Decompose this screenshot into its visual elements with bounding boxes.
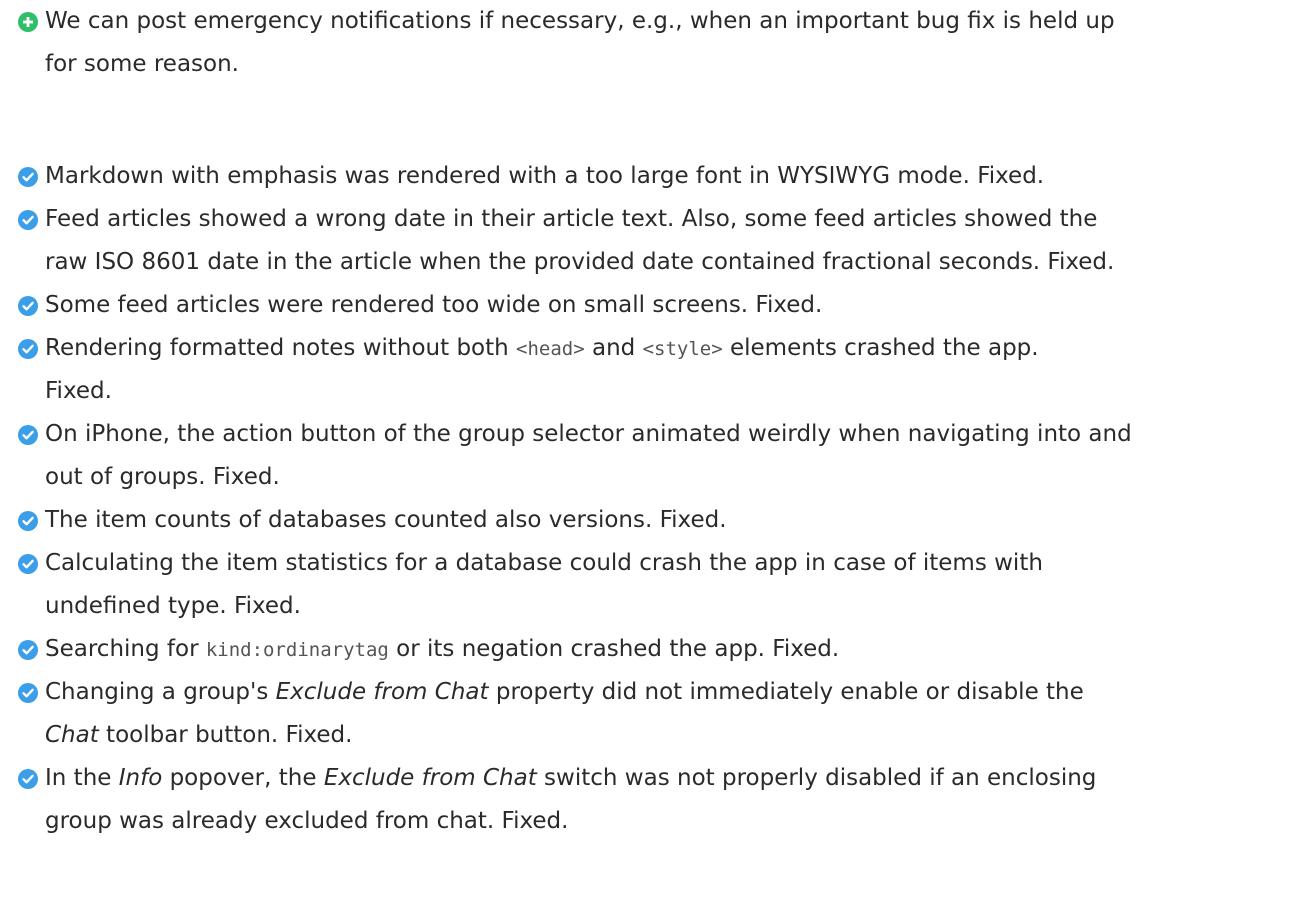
list-item-text: Searching for kind:ordinarytag or its ne…	[45, 636, 840, 662]
list-item-text: Fixed.	[45, 378, 112, 404]
checkmark-circle-icon	[18, 640, 38, 660]
checkmark-circle-icon	[18, 339, 38, 359]
list-item: Markdown with emphasis was rendered with…	[45, 155, 1285, 198]
list-item: Calculating the item statistics for a da…	[45, 542, 1285, 628]
checkmark-circle-icon	[18, 296, 38, 316]
list-item-text: undefined type. Fixed.	[45, 593, 301, 619]
code-span: <head>	[516, 338, 585, 360]
list-item-text: Chat toolbar button. Fixed.	[45, 722, 353, 748]
checkmark-circle-icon	[18, 167, 38, 187]
checkmark-circle-icon	[18, 210, 38, 230]
list-item: The item counts of databases counted als…	[45, 499, 1285, 542]
list-item: Searching for kind:ordinarytag or its ne…	[45, 628, 1285, 671]
list-item-text: We can post emergency notifications if n…	[45, 8, 1115, 34]
checkmark-circle-icon	[18, 769, 38, 789]
list-item-text: Some feed articles were rendered too wid…	[45, 292, 823, 318]
list-item-text: Calculating the item statistics for a da…	[45, 550, 1043, 576]
list-item-text: for some reason.	[45, 51, 239, 77]
list-item-text: out of groups. Fixed.	[45, 464, 280, 490]
list-item-text: In the Info popover, the Exclude from Ch…	[45, 765, 1097, 791]
list-item-text: Feed articles showed a wrong date in the…	[45, 206, 1098, 232]
code-span: <style>	[642, 338, 723, 360]
list-item-text: Markdown with emphasis was rendered with…	[45, 163, 1045, 189]
list-item-text: raw ISO 8601 date in the article when th…	[45, 249, 1115, 275]
list-item: Rendering formatted notes without both <…	[45, 327, 1285, 413]
list-item: Feed articles showed a wrong date in the…	[45, 198, 1285, 284]
list-item: Some feed articles were rendered too wid…	[45, 284, 1285, 327]
list-item-text: The item counts of databases counted als…	[45, 507, 727, 533]
plus-circle-icon	[18, 12, 38, 32]
list-item: Changing a group's Exclude from Chat pro…	[45, 671, 1285, 757]
code-span: kind:ordinarytag	[205, 639, 389, 661]
list-item: In the Info popover, the Exclude from Ch…	[45, 757, 1285, 843]
list-item: On iPhone, the action button of the grou…	[45, 413, 1285, 499]
checkmark-circle-icon	[18, 511, 38, 531]
checkmark-circle-icon	[18, 683, 38, 703]
checkmark-circle-icon	[18, 425, 38, 445]
checkmark-circle-icon	[18, 554, 38, 574]
list-item-text: group was already excluded from chat. Fi…	[45, 808, 569, 834]
list-item-text: On iPhone, the action button of the grou…	[45, 421, 1132, 447]
list-item-text: Changing a group's Exclude from Chat pro…	[45, 679, 1084, 705]
list-item-text: Rendering formatted notes without both <…	[45, 335, 1039, 361]
list-item: We can post emergency notifications if n…	[45, 0, 1285, 86]
